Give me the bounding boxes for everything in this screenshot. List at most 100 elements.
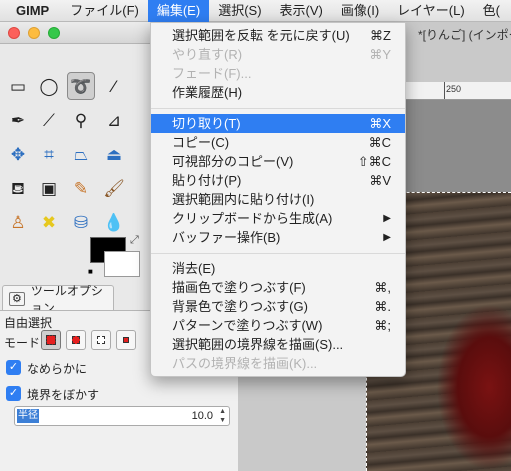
menu-select[interactable]: 選択(S) bbox=[209, 0, 270, 22]
menu-item-paste[interactable]: 貼り付け(P) ⌘V bbox=[151, 171, 405, 190]
menu-edit[interactable]: 編集(E) bbox=[147, 0, 210, 22]
ruler-tick bbox=[444, 82, 445, 99]
ellipse-select-icon[interactable]: ◯ bbox=[35, 72, 63, 100]
menu-item-stroke-path-label: パスの境界線を描画(K)... bbox=[172, 356, 318, 371]
mode-intersect-button[interactable] bbox=[116, 330, 136, 350]
menu-item-redo: やり直す(R) ⌘Y bbox=[151, 45, 405, 64]
menu-file[interactable]: ファイル(F) bbox=[61, 0, 148, 22]
color-picker-icon[interactable]: ⟋ bbox=[35, 106, 63, 134]
edit-menu-dropdown: 選択範囲を反転 を元に戻す(U) ⌘Z やり直す(R) ⌘Y フェード(F)..… bbox=[150, 22, 406, 377]
move-icon[interactable]: ✥ bbox=[4, 140, 32, 168]
menu-item-paste-into[interactable]: 選択範囲内に貼り付け(I) bbox=[151, 190, 405, 209]
menu-item-fade-label: フェード(F)... bbox=[172, 66, 252, 81]
menu-item-copy-label: コピー(C) bbox=[172, 135, 230, 150]
menu-item-stroke-selection-label: 選択範囲の境界線を描画(S)... bbox=[172, 337, 344, 352]
menu-item-fill-pattern-shortcut: ⌘; bbox=[374, 318, 391, 333]
menu-view[interactable]: 表示(V) bbox=[271, 0, 332, 22]
measure-icon[interactable]: ⊿ bbox=[100, 106, 128, 134]
menu-item-copy-visible-label: 可視部分のコピー(V) bbox=[172, 154, 294, 169]
rect-select-icon[interactable]: ▭ bbox=[4, 72, 32, 100]
menu-item-paste-into-label: 選択範囲内に貼り付け(I) bbox=[172, 192, 315, 207]
feather-checkbox[interactable]: ✓ bbox=[6, 386, 21, 401]
menu-item-cut-shortcut: ⌘X bbox=[369, 116, 391, 131]
menu-item-paste-shortcut: ⌘V bbox=[369, 173, 391, 188]
menu-item-fill-pattern[interactable]: パターンで塗りつぶす(W) ⌘; bbox=[151, 316, 405, 335]
antialias-label: なめらかに bbox=[27, 362, 88, 376]
reset-colors-icon[interactable]: ■ bbox=[88, 267, 93, 276]
menu-colors[interactable]: 色( bbox=[474, 0, 509, 22]
pencil-icon[interactable]: ✎ bbox=[67, 174, 95, 202]
menu-item-paste-label: 貼り付け(P) bbox=[172, 173, 242, 188]
bucket-fill-icon[interactable]: ⛾ bbox=[4, 174, 32, 202]
submenu-arrow-icon: ▶ bbox=[383, 213, 391, 224]
image-window-title: *[りんご] (インポー bbox=[418, 28, 511, 42]
mode-replace-button[interactable] bbox=[41, 330, 61, 350]
scale-icon[interactable]: ⏏ bbox=[100, 140, 128, 168]
mode-replace-icon bbox=[46, 335, 56, 345]
menu-item-clear-label: 消去(E) bbox=[172, 261, 216, 276]
ruler-label: 250 bbox=[446, 84, 462, 94]
fuzzy-select-icon[interactable]: ⁄ bbox=[100, 72, 128, 100]
app-menu[interactable]: GIMP bbox=[12, 3, 61, 18]
menu-item-stroke-path: パスの境界線を描画(K)... bbox=[151, 354, 405, 373]
blur-icon[interactable]: 💧 bbox=[100, 208, 128, 236]
clone-icon[interactable]: ♙ bbox=[4, 208, 32, 236]
close-icon[interactable] bbox=[8, 27, 20, 39]
menu-item-fill-fg[interactable]: 描画色で塗りつぶす(F) ⌘, bbox=[151, 278, 405, 297]
menu-item-fade: フェード(F)... bbox=[151, 64, 405, 83]
menu-item-copy-visible[interactable]: 可視部分のコピー(V) ⇧⌘C bbox=[151, 152, 405, 171]
menu-item-undo-history[interactable]: 作業履歴(H) bbox=[151, 83, 405, 102]
crop-icon[interactable]: ⌗ bbox=[35, 140, 63, 168]
menu-item-stroke-selection[interactable]: 選択範囲の境界線を描画(S)... bbox=[151, 335, 405, 354]
rotate-icon[interactable]: ⏢ bbox=[67, 140, 95, 168]
menu-item-paste-as-label: クリップボードから生成(A) bbox=[172, 211, 333, 226]
feather-radius-spinner[interactable]: 半径 10.0 ▲ ▼ bbox=[14, 406, 230, 426]
menu-item-fill-fg-shortcut: ⌘, bbox=[374, 280, 391, 295]
antialias-checkbox[interactable]: ✓ bbox=[6, 360, 21, 375]
feather-label: 境界をぼかす bbox=[27, 388, 100, 402]
menu-item-copy[interactable]: コピー(C) ⌘C bbox=[151, 133, 405, 152]
radius-value: 10.0 bbox=[191, 410, 213, 422]
menu-item-undo[interactable]: 選択範囲を反転 を元に戻す(U) ⌘Z bbox=[151, 26, 405, 45]
mode-subtract-button[interactable] bbox=[91, 330, 111, 350]
zoom-icon[interactable] bbox=[48, 27, 60, 39]
spinner-arrows-icon[interactable]: ▲ ▼ bbox=[219, 407, 226, 425]
minimize-icon[interactable] bbox=[28, 27, 40, 39]
tab-tool-options[interactable]: ⚙ ツールオプション bbox=[2, 284, 114, 315]
zoom-tool-icon[interactable]: ⚲ bbox=[67, 106, 95, 134]
menu-item-fill-bg-shortcut: ⌘. bbox=[374, 299, 391, 314]
menu-item-copy-visible-shortcut: ⇧⌘C bbox=[357, 154, 391, 169]
swap-colors-icon[interactable]: ⤢ bbox=[130, 234, 139, 247]
menu-item-fill-pattern-label: パターンで塗りつぶす(W) bbox=[172, 318, 323, 333]
menu-item-fill-fg-label: 描画色で塗りつぶす(F) bbox=[172, 280, 306, 295]
tool-options-icon: ⚙ bbox=[9, 291, 25, 306]
mode-intersect-icon bbox=[123, 337, 129, 343]
menu-item-cut[interactable]: 切り取り(T) ⌘X bbox=[151, 114, 405, 133]
paintbrush-icon[interactable]: 🖌 bbox=[100, 174, 128, 202]
perspective-clone-icon[interactable]: ⛁ bbox=[67, 208, 95, 236]
free-select-icon[interactable]: ➰ bbox=[67, 72, 95, 100]
paths-icon[interactable]: ✒ bbox=[4, 106, 32, 134]
tool-name: 自由選択 bbox=[4, 316, 53, 330]
mode-add-button[interactable] bbox=[66, 330, 86, 350]
menu-item-copy-shortcut: ⌘C bbox=[368, 135, 391, 150]
menu-item-clear[interactable]: 消去(E) bbox=[151, 259, 405, 278]
menu-layer[interactable]: レイヤー(L) bbox=[388, 0, 474, 22]
menu-item-fill-bg-label: 背景色で塗りつぶす(G) bbox=[172, 299, 308, 314]
menu-item-buffer[interactable]: バッファー操作(B) ▶ bbox=[151, 228, 405, 247]
menu-item-undo-label: 選択範囲を反転 を元に戻す(U) bbox=[172, 28, 350, 43]
radius-label: 半径 bbox=[17, 409, 39, 423]
menu-separator bbox=[151, 253, 405, 254]
menu-item-fill-bg[interactable]: 背景色で塗りつぶす(G) ⌘. bbox=[151, 297, 405, 316]
menu-item-paste-as[interactable]: クリップボードから生成(A) ▶ bbox=[151, 209, 405, 228]
menu-separator bbox=[151, 108, 405, 109]
menu-image[interactable]: 画像(I) bbox=[332, 0, 388, 22]
mode-subtract-icon bbox=[97, 336, 105, 344]
menu-item-redo-label: やり直す(R) bbox=[172, 47, 243, 62]
heal-icon[interactable]: ✖ bbox=[35, 208, 63, 236]
menu-item-undo-shortcut: ⌘Z bbox=[370, 28, 391, 43]
background-color-swatch[interactable] bbox=[104, 251, 140, 277]
mode-add-icon bbox=[72, 336, 80, 344]
submenu-arrow-icon: ▶ bbox=[383, 232, 391, 243]
gradient-icon[interactable]: ▣ bbox=[35, 174, 63, 202]
